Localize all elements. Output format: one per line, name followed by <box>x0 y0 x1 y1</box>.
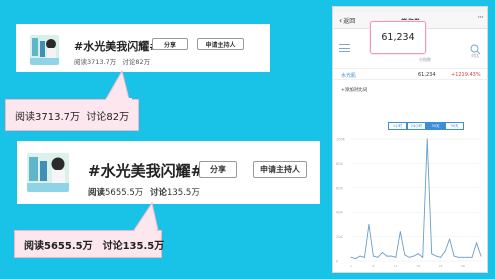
share-button[interactable]: 分享 <box>152 38 188 50</box>
data-point <box>417 253 419 255</box>
weibo-index-phone-screen: ‹ 返回 微指数 ··· 分指数 对比 61,234 水光肌 61,234 +1… <box>332 6 488 273</box>
data-point <box>467 256 469 258</box>
stats-callout-small: 阅读3713.7万 讨论82万 <box>5 99 139 131</box>
x-tick-label: 21 <box>439 264 443 268</box>
x-tick-label: 16 <box>416 264 420 268</box>
topic-title: #水光美我闪耀# <box>88 162 204 180</box>
keyword-change: +1219.43% <box>451 72 481 78</box>
topic-stats: 阅读5655.5万 讨论135.5万 <box>88 186 200 198</box>
callout-text: 阅读3713.7万 讨论82万 <box>15 111 130 123</box>
data-point <box>422 256 424 258</box>
data-point <box>426 138 428 140</box>
series-line <box>350 138 482 260</box>
compare-caption: 对比 <box>471 53 479 58</box>
topic-thumbnail <box>27 153 69 192</box>
y-tick-label: 20K <box>336 235 343 239</box>
read-value: 3713.7万 <box>87 58 117 66</box>
data-point <box>431 253 433 255</box>
ellipsis-icon[interactable]: ··· <box>477 13 484 23</box>
read-label: 阅读 <box>88 188 106 198</box>
y-tick-label: 80K <box>336 162 343 166</box>
x-tick-label: 1 <box>350 264 352 268</box>
discuss-label: 讨论 <box>149 188 167 198</box>
discuss-label: 讨论 <box>122 58 136 66</box>
callout-pointer-joint <box>135 229 157 232</box>
range-tab-30d[interactable]: 30天 <box>426 122 445 130</box>
add-compare-link[interactable]: +添加对比词 <box>341 87 367 93</box>
data-point <box>372 255 374 257</box>
x-tick-label: 26 <box>461 264 465 268</box>
topic-card-large: #水光美我闪耀# 阅读5655.5万 讨论135.5万 分享 申请主持人 <box>17 141 320 204</box>
read-value: 5655.5万 <box>105 188 144 198</box>
data-point <box>476 242 478 244</box>
topic-title: #水光美我闪耀# <box>74 40 159 53</box>
data-point <box>480 255 482 257</box>
x-tick-label: 6 <box>372 264 374 268</box>
search-icon[interactable] <box>470 40 481 55</box>
apply-host-button[interactable]: 申请主持人 <box>253 161 307 178</box>
data-point <box>440 256 442 258</box>
discuss-value: 82万 <box>135 58 151 66</box>
callout-discuss-text: 讨论135.5万 <box>102 240 165 252</box>
data-point <box>386 255 388 257</box>
data-point <box>413 255 415 257</box>
data-point <box>458 256 460 258</box>
callout-pointer <box>105 70 130 100</box>
y-tick-label: 0 <box>336 260 338 264</box>
data-point <box>363 256 365 258</box>
data-point <box>399 231 401 233</box>
sub-index-caption: 分指数 <box>419 57 431 62</box>
topic-thumbnail <box>30 35 59 65</box>
data-point <box>395 256 397 258</box>
y-tick-label: 40K <box>336 211 343 215</box>
topic-stats: 阅读3713.7万 讨论82万 <box>74 56 150 66</box>
trend-line-chart: 020K40K60K80K100K1 6 11 16 21 26 <box>336 138 482 268</box>
index-value: 61,234 <box>381 32 415 43</box>
callout-read-text: 阅读5655.5万 <box>24 240 93 252</box>
data-point <box>390 255 392 257</box>
y-tick-label: 100K <box>336 138 346 142</box>
data-point <box>404 254 406 256</box>
data-point <box>354 258 356 260</box>
data-point <box>381 251 383 253</box>
callout-pointer-joint <box>106 98 132 101</box>
y-tick-label: 60K <box>336 186 343 190</box>
data-point <box>350 256 352 258</box>
keyword-row[interactable]: 水光肌 61,234 +1219.43% <box>333 68 487 80</box>
data-point <box>408 256 410 258</box>
data-point <box>377 256 379 258</box>
menu-icon[interactable] <box>339 44 350 52</box>
range-tab-90d[interactable]: 90天 <box>445 122 464 130</box>
apply-host-button[interactable]: 申请主持人 <box>197 38 244 50</box>
x-tick-label: 11 <box>394 264 398 268</box>
data-point <box>462 256 464 258</box>
stats-callout-large: 阅读5655.5万 讨论135.5万 <box>14 230 165 258</box>
index-value-box: 61,234 <box>370 21 426 54</box>
read-label: 阅读 <box>74 58 87 66</box>
topic-card-small: #水光美我闪耀# 阅读3713.7万 讨论82万 分享 申请主持人 <box>16 24 270 72</box>
data-point <box>444 250 446 252</box>
data-point <box>471 256 473 258</box>
range-tab-24h[interactable]: 24小时 <box>407 122 426 130</box>
range-tab-1h[interactable]: 1小时 <box>388 122 407 130</box>
data-point <box>449 238 451 240</box>
discuss-value: 135.5万 <box>166 188 200 198</box>
data-point <box>435 255 437 257</box>
callout-pointer <box>133 202 159 231</box>
keyword-label: 水光肌 <box>341 73 357 79</box>
share-button[interactable]: 分享 <box>199 161 237 178</box>
data-point <box>368 223 370 225</box>
data-point <box>453 255 455 257</box>
data-point <box>359 255 361 257</box>
keyword-value: 61,234 <box>418 72 436 78</box>
